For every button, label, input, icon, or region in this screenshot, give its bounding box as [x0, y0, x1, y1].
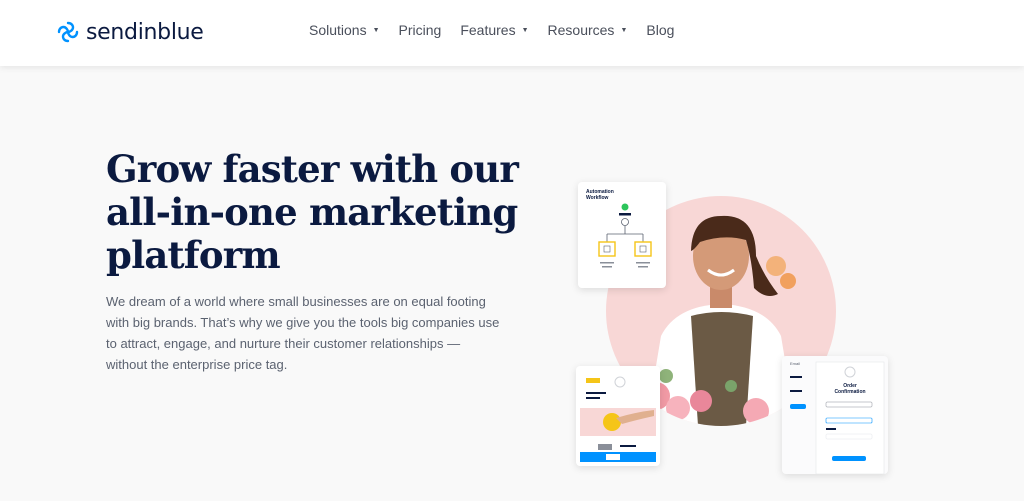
nav-item-blog[interactable]: Blog — [646, 22, 674, 38]
nav-label: Pricing — [398, 22, 442, 38]
hero-description-line: with big brands. That’s why we give you … — [106, 315, 500, 330]
main-nav: Solutions ▼ Pricing Features ▼ Resources… — [309, 22, 693, 38]
hero-description-line: without the enterprise price tag. — [106, 357, 288, 372]
nav-label: Features — [460, 22, 516, 38]
nav-label: Blog — [646, 22, 675, 38]
sendinblue-logo-icon — [57, 21, 79, 43]
hero-illustration: Automation Workflow Email Order Confirma… — [570, 178, 900, 478]
hero-title: Grow faster with our all-in-one marketin… — [106, 148, 526, 277]
hero-description-line: to attract, engage, and nurture their cu… — [106, 336, 461, 351]
sendinblue-logo[interactable]: sendinblue — [56, 17, 204, 47]
nav-item-features[interactable]: Features ▼ — [460, 22, 528, 38]
campaign-preview-graphic — [580, 376, 656, 462]
site-header: sendinblue Solutions ▼ Pricing Features … — [0, 0, 1024, 66]
hero-title-line: Grow faster with our — [106, 147, 519, 191]
caret-down-icon: ▼ — [620, 26, 628, 34]
hero-title-line: all-in-one marketing — [106, 190, 518, 234]
email-builder-graphic — [790, 361, 885, 474]
order-title-line: Confirmation — [834, 389, 866, 395]
caret-down-icon: ▼ — [521, 26, 529, 34]
campaign-preview-card — [576, 366, 660, 466]
hero-title-line: platform — [106, 233, 281, 277]
automation-workflow-card: Automation Workflow — [578, 182, 666, 288]
brand-name: sendinblue — [86, 19, 204, 45]
nav-label: Resources — [547, 22, 615, 38]
nav-item-solutions[interactable]: Solutions ▼ — [309, 22, 380, 38]
hero-description: We dream of a world where small business… — [106, 291, 501, 375]
nav-label: Solutions — [309, 22, 367, 38]
email-builder-panel: Email Order Confirmation — [782, 356, 888, 474]
nav-item-pricing[interactable]: Pricing — [399, 22, 442, 38]
workflow-diagram — [598, 203, 652, 268]
caret-down-icon: ▼ — [372, 26, 380, 34]
nav-item-resources[interactable]: Resources ▼ — [548, 22, 628, 38]
hero-description-line: We dream of a world where small business… — [106, 294, 486, 309]
